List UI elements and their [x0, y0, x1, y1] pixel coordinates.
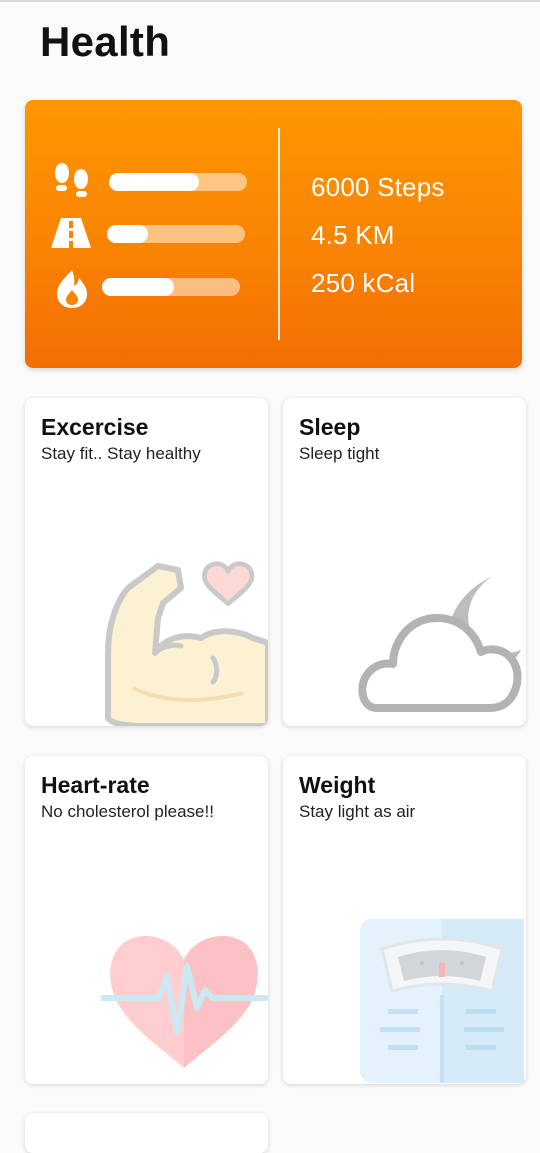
tile-heart-rate[interactable]: Heart-rate No cholesterol please!!	[25, 756, 268, 1084]
tile-weight[interactable]: Weight Stay light as air	[283, 756, 526, 1084]
weighing-scale-icon	[360, 919, 524, 1083]
tile-subtitle: Stay fit.. Stay healthy	[41, 444, 201, 463]
tile-subtitle: Sleep tight	[299, 444, 380, 463]
steps-value: 6000 Steps	[311, 172, 445, 202]
footsteps-icon	[55, 163, 88, 197]
page-title: Health	[40, 18, 171, 65]
tile-title: Excercise	[41, 414, 149, 440]
status-bar-divider	[0, 0, 540, 2]
tile-exercise[interactable]: Excercise Stay fit.. Stay healthy	[25, 398, 268, 726]
distance-progress-bar	[107, 225, 245, 243]
tile-title: Sleep	[299, 414, 361, 440]
tile-sleep[interactable]: Sleep Sleep tight	[283, 398, 526, 726]
calories-value: 250 kCal	[311, 268, 416, 298]
heart-pulse-icon	[101, 936, 268, 1068]
tile-subtitle: Stay light as air	[299, 802, 416, 821]
activity-summary-card[interactable]: 6000 Steps 4.5 KM 250 kCal	[25, 100, 522, 368]
flame-icon	[57, 270, 87, 308]
summary-divider	[278, 128, 280, 340]
steps-progress-bar	[109, 173, 247, 191]
tile-subtitle: No cholesterol please!!	[41, 802, 214, 821]
flexed-arm-heart-icon	[105, 561, 268, 726]
tile-title: Heart-rate	[41, 772, 150, 798]
calories-progress-bar	[102, 278, 240, 296]
road-icon	[51, 218, 91, 248]
cloud-moon-icon	[358, 576, 522, 712]
distance-value: 4.5 KM	[311, 220, 395, 250]
tile-partial[interactable]	[25, 1113, 268, 1153]
tile-title: Weight	[299, 772, 376, 798]
